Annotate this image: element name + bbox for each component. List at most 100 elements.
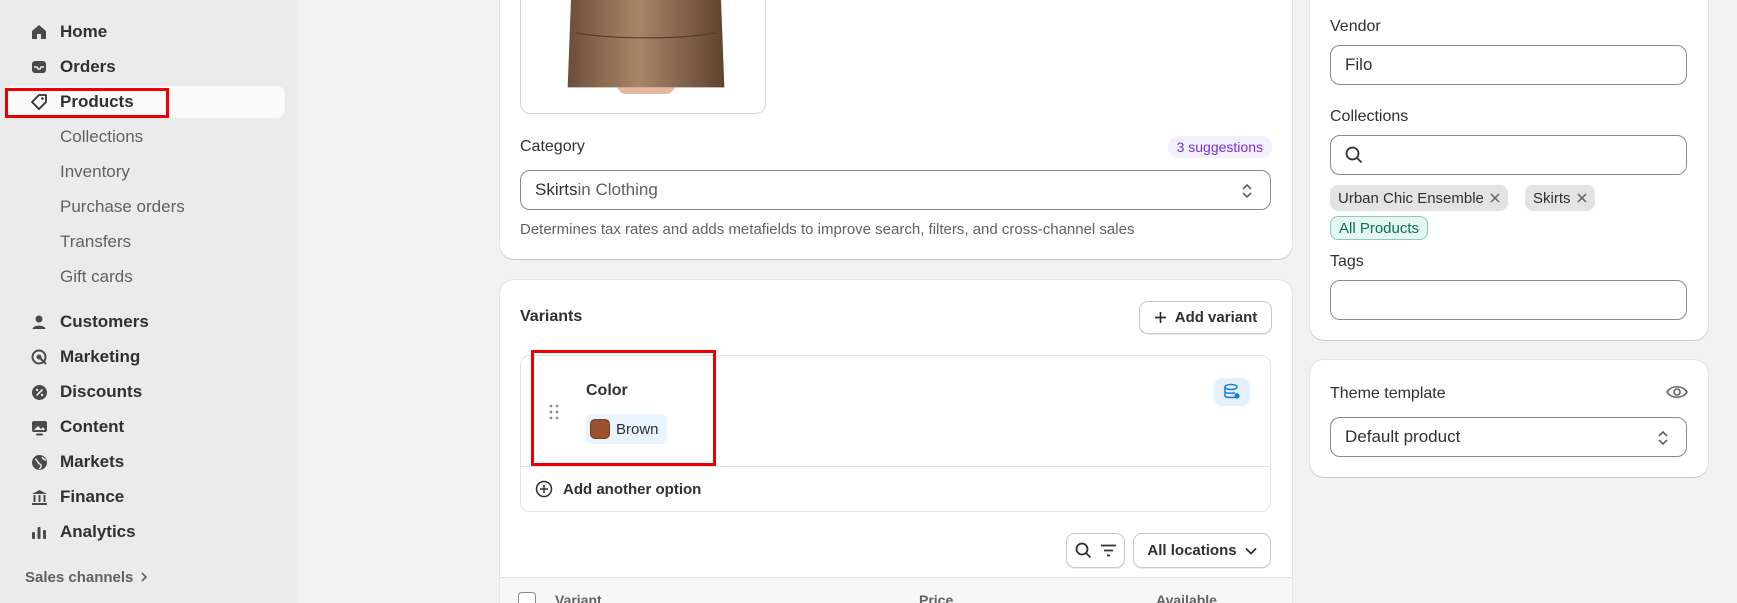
product-details-card: Category 3 suggestions Skirts in Clothin…: [500, 0, 1292, 259]
sidebar: Home Orders Products Collections Invento…: [0, 0, 298, 603]
variants-title: Variants: [520, 308, 583, 325]
collection-tag-label: Skirts: [1533, 189, 1571, 207]
collection-tag-urban-chic[interactable]: Urban Chic Ensemble: [1330, 185, 1508, 211]
sidebar-item-label: Home: [60, 22, 108, 41]
home-icon: [30, 23, 48, 41]
vendor-label: Vendor: [1330, 18, 1381, 35]
category-label: Category: [520, 138, 585, 155]
product-image[interactable]: [520, 0, 766, 114]
sidebar-item-gift-cards[interactable]: Gift cards: [6, 261, 285, 293]
search-filter-button[interactable]: [1066, 533, 1125, 568]
chevron-updown-icon: [1242, 183, 1252, 199]
target-icon: [30, 348, 48, 366]
sidebar-item-orders[interactable]: Orders: [6, 51, 285, 83]
collection-tag-label: Urban Chic Ensemble: [1338, 189, 1484, 207]
theme-template-select[interactable]: Default product: [1330, 417, 1687, 457]
add-another-option-label: Add another option: [563, 480, 702, 498]
locations-label: All locations: [1147, 542, 1237, 559]
sidebar-item-label: Inventory: [60, 162, 130, 181]
sidebar-item-label: Products: [60, 92, 134, 111]
sidebar-item-label: Collections: [60, 127, 144, 146]
search-icon: [1075, 542, 1091, 559]
column-price: Price: [919, 592, 954, 603]
globe-icon: [30, 453, 48, 471]
image-icon: [30, 418, 48, 436]
sidebar-item-label: Marketing: [60, 347, 141, 366]
option-name: Color: [586, 382, 628, 399]
metafield-database-icon[interactable]: [1214, 378, 1250, 406]
theme-template-card: Theme template Default product: [1310, 360, 1708, 477]
color-swatch: [590, 419, 610, 439]
chevron-updown-icon: [1658, 430, 1668, 446]
locations-dropdown[interactable]: All locations: [1133, 533, 1271, 568]
product-organization-card: Vendor Filo Collections Urban Chic Ensem…: [1310, 0, 1708, 340]
option-value-label: Brown: [616, 420, 659, 438]
tags-input[interactable]: [1330, 280, 1687, 320]
all-products-badge: All Products: [1330, 216, 1429, 240]
sidebar-item-finance[interactable]: Finance: [6, 481, 285, 513]
vendor-value: Filo: [1345, 55, 1373, 74]
sales-channels-label: Sales channels: [25, 569, 134, 586]
sidebar-item-home[interactable]: Home: [6, 16, 285, 48]
theme-template-value: Default product: [1345, 427, 1461, 446]
plus-circle-icon: [535, 480, 553, 498]
collections-search-input[interactable]: [1330, 135, 1687, 175]
chart-icon: [30, 523, 48, 541]
category-select[interactable]: Skirts in Clothing: [520, 170, 1271, 210]
sidebar-item-inventory[interactable]: Inventory: [6, 156, 285, 188]
category-help-text: Determines tax rates and adds metafields…: [520, 221, 1135, 238]
sidebar-item-label: Analytics: [60, 522, 136, 541]
collection-tag-skirts[interactable]: Skirts: [1525, 185, 1595, 211]
theme-template-label: Theme template: [1330, 385, 1446, 402]
discount-icon: [30, 383, 48, 401]
sidebar-item-content[interactable]: Content: [6, 411, 285, 443]
option-value-pill[interactable]: Brown: [586, 414, 667, 444]
chevron-down-icon: [1244, 547, 1257, 555]
vendor-input[interactable]: Filo: [1330, 45, 1687, 85]
option-divider: [521, 466, 1270, 467]
select-all-checkbox[interactable]: [518, 592, 536, 603]
add-another-option-button[interactable]: Add another option: [535, 480, 701, 498]
bank-icon: [30, 488, 48, 506]
drag-handle-icon[interactable]: [549, 404, 559, 420]
sidebar-item-label: Gift cards: [60, 267, 133, 286]
close-icon[interactable]: [1576, 193, 1587, 203]
all-products-label: All Products: [1339, 219, 1420, 237]
inbox-icon: [30, 58, 48, 76]
sidebar-item-analytics[interactable]: Analytics: [6, 516, 285, 548]
close-icon[interactable]: [1490, 193, 1500, 203]
category-suggestions-badge[interactable]: 3 suggestions: [1167, 136, 1272, 158]
sidebar-item-discounts[interactable]: Discounts: [6, 376, 285, 408]
sidebar-item-transfers[interactable]: Transfers: [6, 226, 285, 258]
sidebar-item-customers[interactable]: Customers: [6, 306, 285, 338]
collections-label: Collections: [1330, 108, 1409, 125]
sidebar-item-label: Markets: [60, 452, 125, 471]
sidebar-item-label: Transfers: [60, 232, 132, 251]
column-variant: Variant: [555, 592, 602, 603]
plus-icon: [1154, 312, 1166, 323]
filter-icon: [1100, 544, 1116, 557]
variants-table-header: Variant Price Available: [500, 577, 1292, 603]
sidebar-item-purchase-orders[interactable]: Purchase orders: [6, 191, 285, 223]
tags-label: Tags: [1330, 253, 1364, 270]
column-available: Available: [1156, 592, 1217, 603]
eye-icon[interactable]: [1666, 384, 1688, 400]
category-value: Skirts: [535, 180, 578, 199]
sidebar-item-label: Purchase orders: [60, 197, 185, 216]
variant-option-color[interactable]: Color Brown Add another option: [520, 355, 1271, 512]
sidebar-item-products[interactable]: Products: [6, 86, 285, 118]
add-variant-button[interactable]: Add variant: [1139, 301, 1272, 334]
tag-icon: [30, 93, 48, 111]
skirt-image: [567, 0, 725, 94]
sidebar-item-marketing[interactable]: Marketing: [6, 341, 285, 373]
sidebar-item-label: Discounts: [60, 382, 143, 401]
sales-channels-link[interactable]: Sales channels: [25, 569, 149, 586]
chevron-right-icon: [139, 569, 149, 586]
sidebar-item-label: Orders: [60, 57, 116, 76]
sidebar-item-collections[interactable]: Collections: [6, 121, 285, 153]
sidebar-item-markets[interactable]: Markets: [6, 446, 285, 478]
search-icon: [1345, 146, 1363, 164]
sidebar-item-label: Content: [60, 417, 125, 436]
add-variant-label: Add variant: [1174, 309, 1258, 326]
person-icon: [30, 313, 48, 331]
